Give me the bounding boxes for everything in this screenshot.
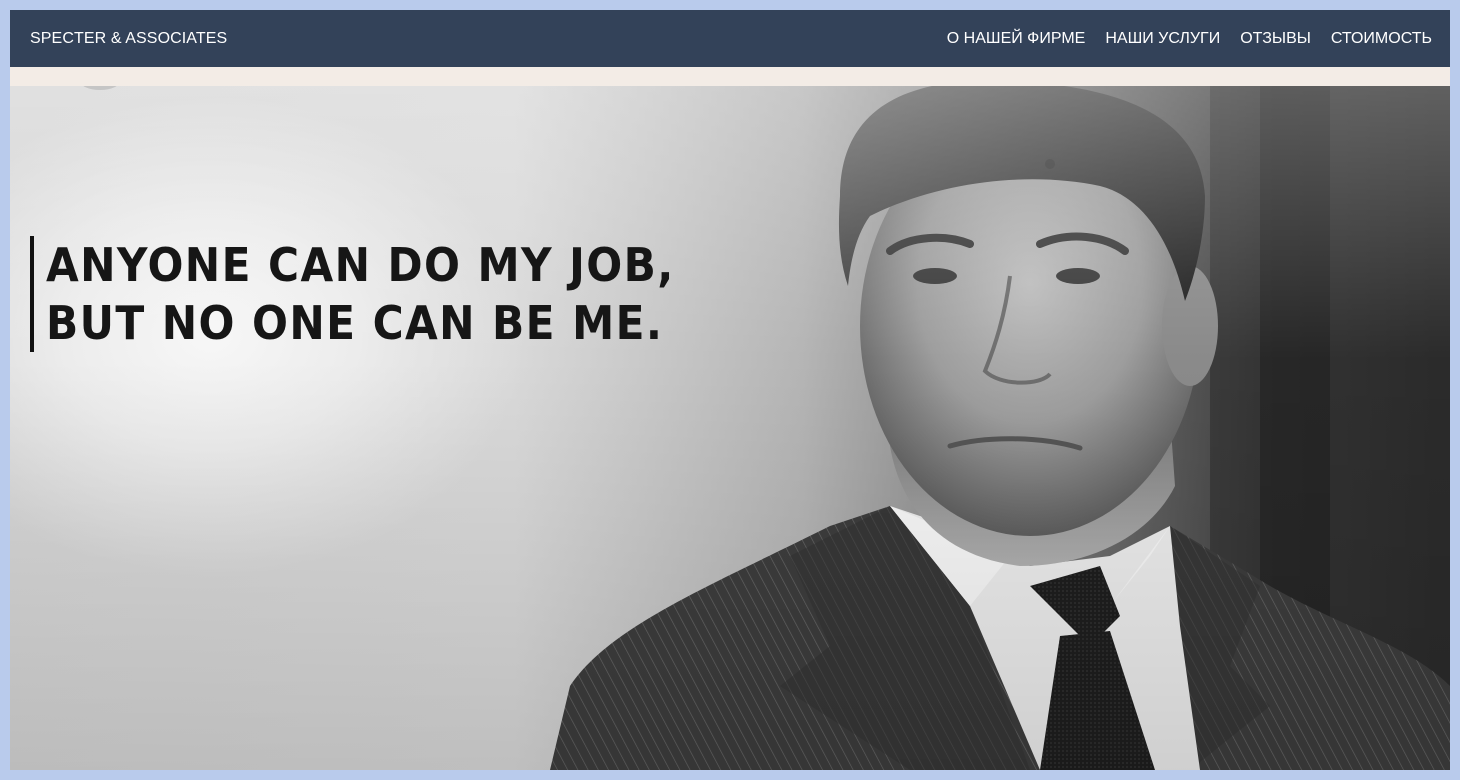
brand-logo-link[interactable]: SPECTER & ASSOCIATES <box>30 30 227 48</box>
nav-link-services[interactable]: НАШИ УСЛУГИ <box>1105 30 1220 48</box>
quote-line-2: BUT NO ONE CAN BE ME. <box>46 296 664 350</box>
nav-link-pricing[interactable]: СТОИМОСТЬ <box>1331 30 1432 48</box>
nav-link-about[interactable]: О НАШЕЙ ФИРМЕ <box>947 30 1086 48</box>
hero-banner: ANYONE CAN DO MY JOB, BUT NO ONE CAN BE … <box>10 86 1450 770</box>
nav-links: О НАШЕЙ ФИРМЕ НАШИ УСЛУГИ ОТЗЫВЫ СТОИМОС… <box>947 30 1432 48</box>
hero-quote: ANYONE CAN DO MY JOB, BUT NO ONE CAN BE … <box>30 236 729 352</box>
nav-link-reviews[interactable]: ОТЗЫВЫ <box>1240 30 1311 48</box>
hero-overlay <box>10 86 1450 770</box>
top-navbar: SPECTER & ASSOCIATES О НАШЕЙ ФИРМЕ НАШИ … <box>10 10 1450 67</box>
quote-line-1: ANYONE CAN DO MY JOB, <box>46 238 675 292</box>
browser-viewport: SPECTER & ASSOCIATES О НАШЕЙ ФИРМЕ НАШИ … <box>10 10 1450 770</box>
header-strip <box>10 67 1450 86</box>
